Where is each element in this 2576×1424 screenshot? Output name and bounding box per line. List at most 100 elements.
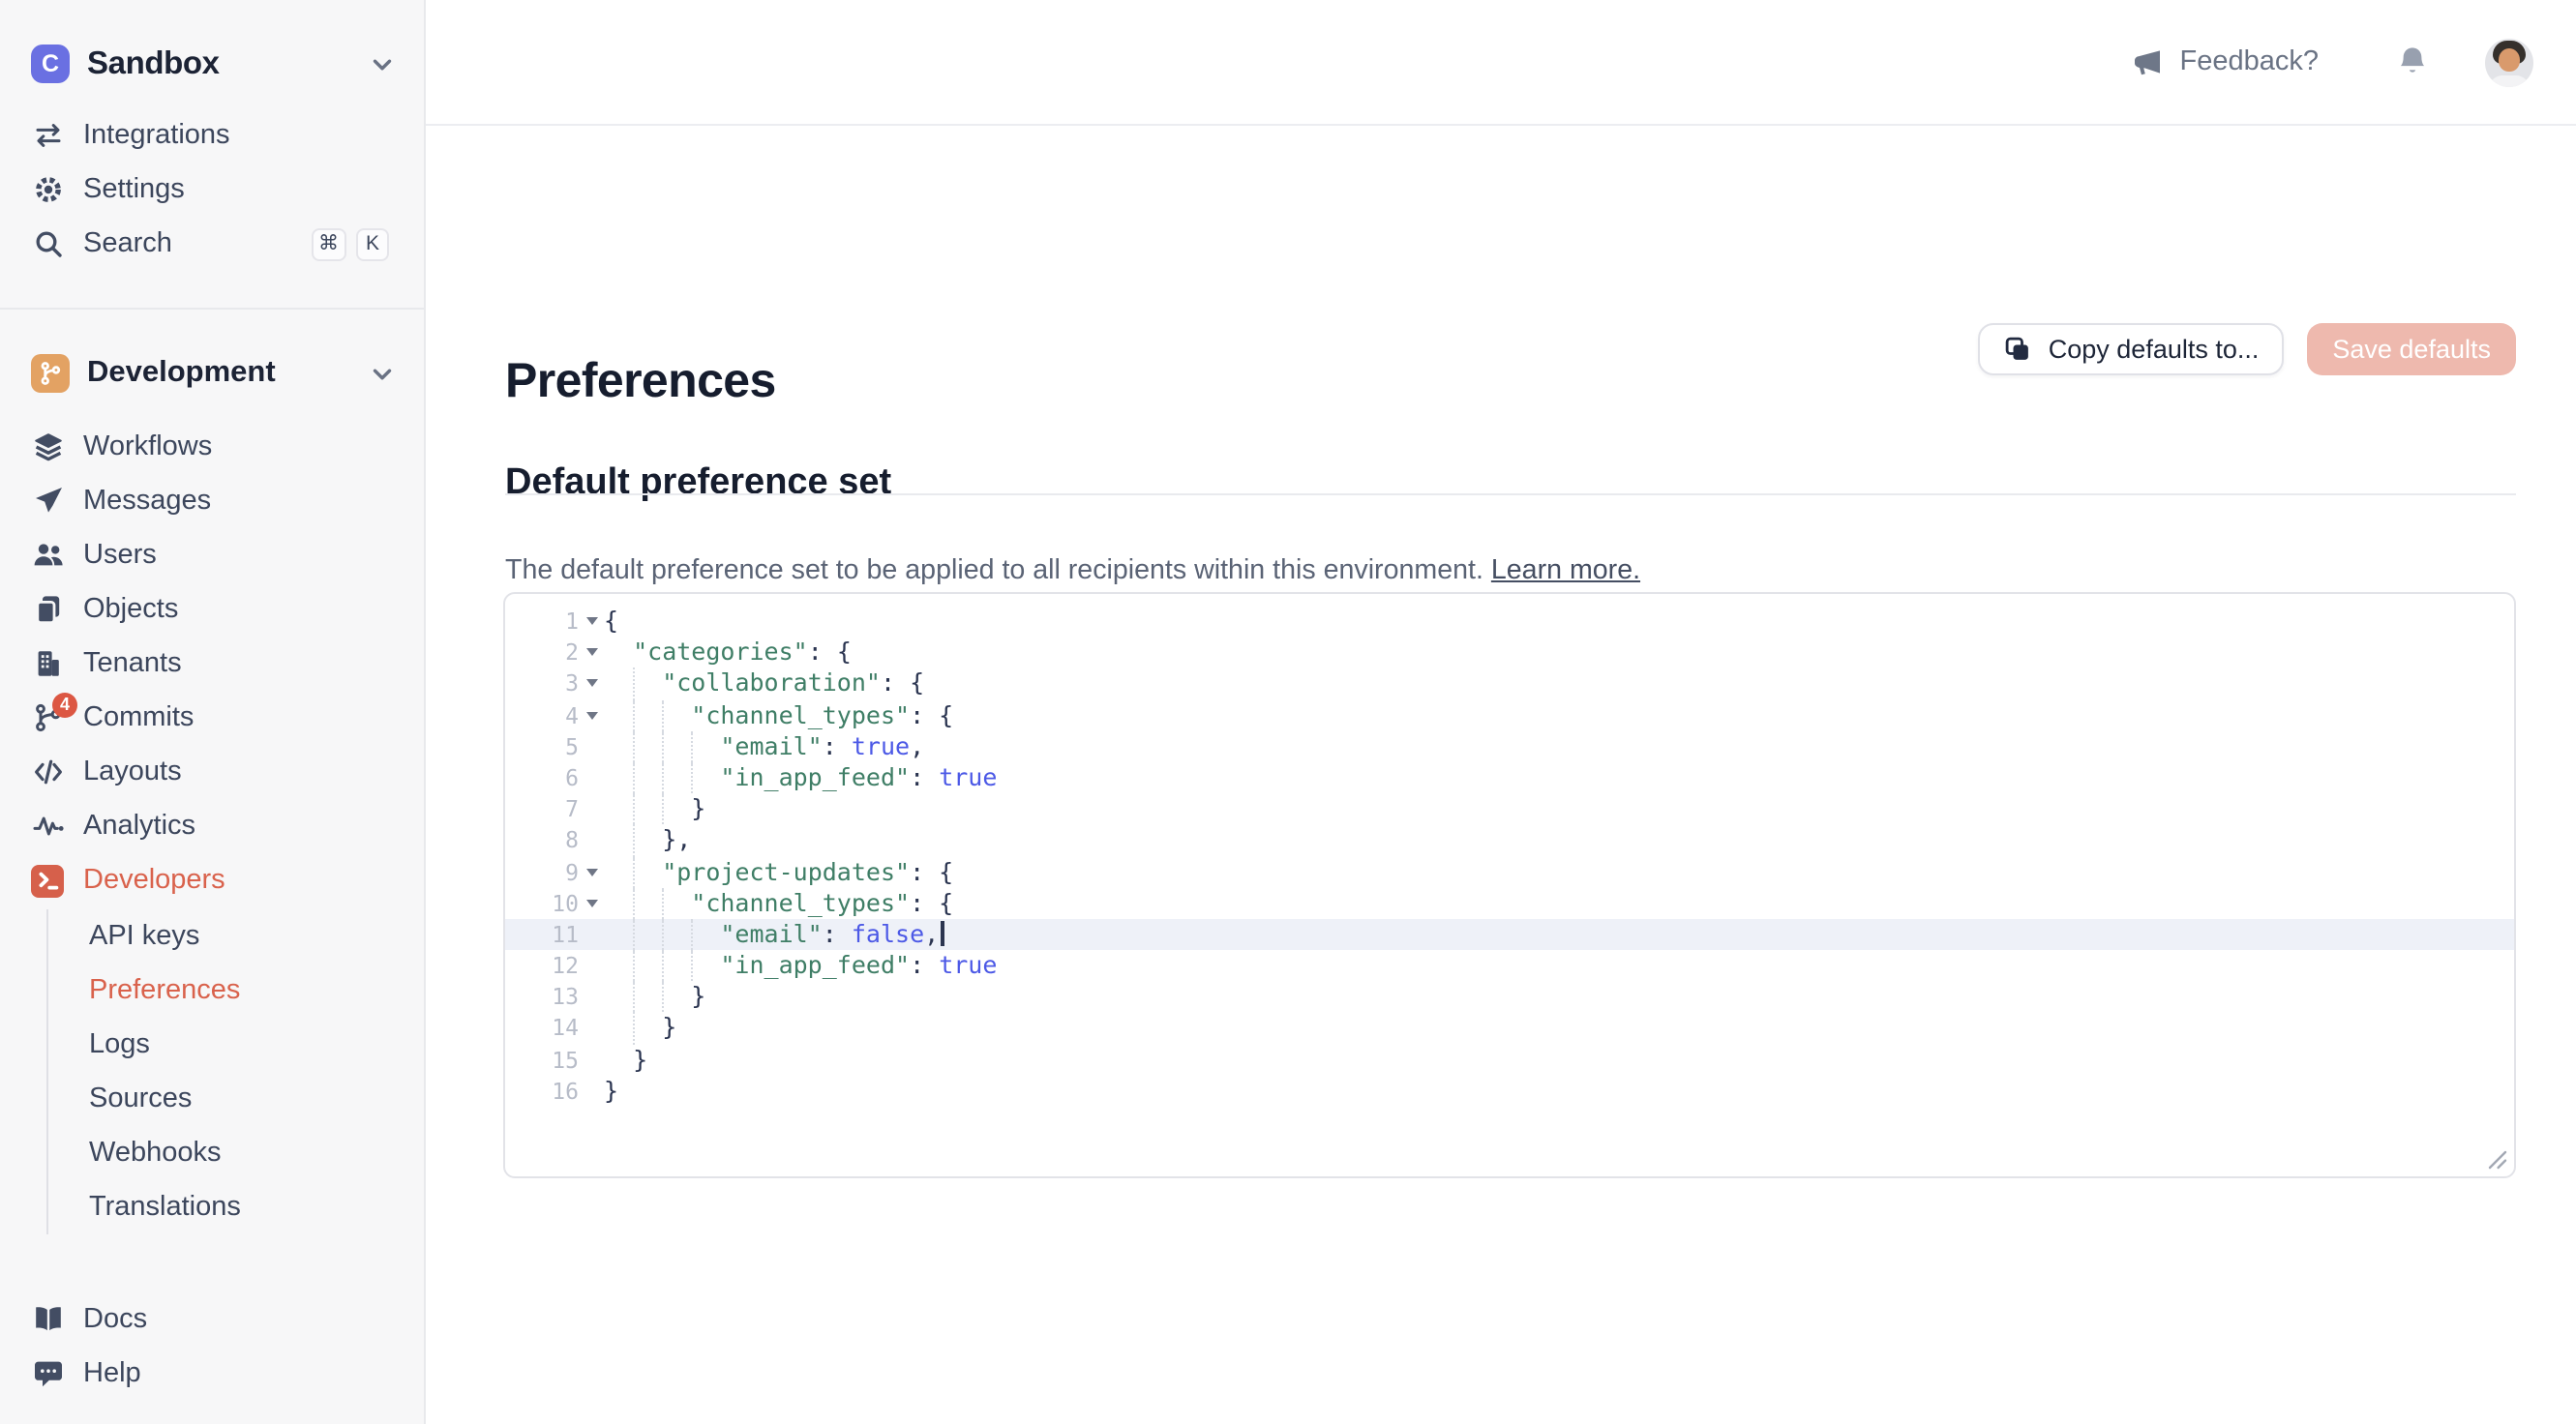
indent-guide bbox=[633, 982, 662, 1013]
indent-guide bbox=[633, 762, 662, 793]
sidebar-item-users[interactable]: Users bbox=[0, 528, 424, 582]
code-line-1[interactable]: 1{ bbox=[505, 606, 2514, 637]
sidebar-developers-subnav: API keysPreferencesLogsSourcesWebhooksTr… bbox=[46, 909, 424, 1234]
indent-guide bbox=[604, 637, 633, 668]
commits-count-badge: 4 bbox=[52, 692, 77, 717]
paper-plane-icon bbox=[31, 485, 64, 518]
indent-guide bbox=[633, 699, 662, 730]
code-line-5[interactable]: 5 "email": true, bbox=[505, 731, 2514, 762]
sidebar-subitem-translations[interactable]: Translations bbox=[48, 1180, 424, 1234]
copy-defaults-label: Copy defaults to... bbox=[2049, 335, 2260, 364]
code-text: "channel_types": { bbox=[604, 887, 2514, 918]
code-line-4[interactable]: 4"channel_types": { bbox=[505, 699, 2514, 730]
sidebar-item-settings[interactable]: Settings bbox=[0, 163, 424, 217]
indent-guide bbox=[633, 856, 662, 887]
fold-arrow-icon[interactable] bbox=[579, 680, 604, 688]
copy-defaults-button[interactable]: Copy defaults to... bbox=[1979, 323, 2285, 375]
code-line-2[interactable]: 2"categories": { bbox=[505, 637, 2514, 668]
sidebar-item-workflows[interactable]: Workflows bbox=[0, 420, 424, 474]
code-line-8[interactable]: 8}, bbox=[505, 825, 2514, 856]
indent-guide bbox=[633, 1013, 662, 1044]
sidebar-item-label: Analytics bbox=[83, 811, 389, 842]
code-line-15[interactable]: 15} bbox=[505, 1044, 2514, 1075]
text-cursor bbox=[941, 921, 944, 946]
sidebar-item-layouts[interactable]: Layouts bbox=[0, 745, 424, 799]
save-defaults-button[interactable]: Save defaults bbox=[2307, 323, 2516, 375]
feedback-label: Feedback? bbox=[2180, 46, 2320, 77]
json-editor[interactable]: 1{2"categories": {3"collaboration": {4"c… bbox=[503, 592, 2516, 1178]
bell-icon[interactable] bbox=[2396, 44, 2431, 79]
line-number: 9 bbox=[505, 856, 579, 887]
sidebar-item-label: Docs bbox=[83, 1304, 389, 1335]
code-line-12[interactable]: 12"in_app_feed": true bbox=[505, 950, 2514, 981]
code-text: "categories": { bbox=[604, 637, 2514, 668]
sidebar-item-integrations[interactable]: Integrations bbox=[0, 108, 424, 163]
line-number: 1 bbox=[505, 606, 579, 637]
sidebar-item-label: Help bbox=[83, 1358, 389, 1389]
code-line-16[interactable]: 16} bbox=[505, 1076, 2514, 1107]
section-title: Default preference set bbox=[505, 462, 891, 503]
environment-name: Development bbox=[87, 356, 350, 391]
learn-more-link[interactable]: Learn more. bbox=[1491, 556, 1640, 587]
code-text: "in_app_feed": true bbox=[604, 950, 2514, 981]
search-shortcut: ⌘K bbox=[311, 227, 389, 260]
line-number: 16 bbox=[505, 1076, 579, 1107]
code-text: "collaboration": { bbox=[604, 668, 2514, 699]
fold-arrow-icon[interactable] bbox=[579, 649, 604, 657]
indent-guide bbox=[604, 856, 633, 887]
sidebar-subitem-preferences[interactable]: Preferences bbox=[48, 964, 424, 1018]
code-line-11[interactable]: 11"email": false, bbox=[505, 919, 2514, 950]
sidebar-subitem-logs[interactable]: Logs bbox=[48, 1018, 424, 1072]
code-line-9[interactable]: 9"project-updates": { bbox=[505, 856, 2514, 887]
sidebar-item-docs[interactable]: Docs bbox=[0, 1292, 424, 1347]
line-number: 6 bbox=[505, 762, 579, 793]
avatar-shirt bbox=[2489, 74, 2530, 86]
book-icon bbox=[31, 1303, 64, 1336]
magnifier-icon bbox=[31, 227, 64, 260]
code-line-6[interactable]: 6"in_app_feed": true bbox=[505, 762, 2514, 793]
code-line-7[interactable]: 7} bbox=[505, 793, 2514, 824]
sidebar-environment-nav: WorkflowsMessages Users ObjectsTenants4Com… bbox=[0, 420, 424, 907]
code-area: 1{2"categories": {3"collaboration": {4"c… bbox=[505, 606, 2514, 1107]
sidebar-item-developers[interactable]: Developers bbox=[0, 853, 424, 907]
line-number: 13 bbox=[505, 982, 579, 1013]
code-line-14[interactable]: 14} bbox=[505, 1013, 2514, 1044]
sidebar-bottom-nav: Docs Help bbox=[0, 1292, 424, 1401]
shortcut-key: ⌘ bbox=[311, 227, 346, 260]
sidebar-subitem-api-keys[interactable]: API keys bbox=[48, 909, 424, 964]
chevron-down-icon bbox=[368, 359, 397, 388]
fold-arrow-icon[interactable] bbox=[579, 900, 604, 907]
fold-arrow-icon[interactable] bbox=[579, 868, 604, 875]
sidebar-item-help[interactable]: Help bbox=[0, 1347, 424, 1401]
sidebar-subitem-sources[interactable]: Sources bbox=[48, 1072, 424, 1126]
code-text: }, bbox=[604, 825, 2514, 856]
fold-arrow-icon[interactable] bbox=[579, 617, 604, 625]
sidebar-item-label: Commits bbox=[83, 702, 389, 733]
environment-switcher[interactable]: Development bbox=[0, 346, 424, 400]
line-number: 5 bbox=[505, 731, 579, 762]
code-line-3[interactable]: 3"collaboration": { bbox=[505, 668, 2514, 699]
indent-guide bbox=[604, 919, 633, 950]
sidebar-item-label: Search bbox=[83, 228, 291, 259]
code-line-10[interactable]: 10"channel_types": { bbox=[505, 887, 2514, 918]
resize-grip-icon[interactable] bbox=[2487, 1149, 2508, 1171]
workspace-switcher[interactable]: C Sandbox bbox=[0, 37, 424, 91]
sidebar-item-analytics[interactable]: Analytics bbox=[0, 799, 424, 853]
sidebar-item-label: Users bbox=[83, 540, 389, 571]
indent-guide bbox=[604, 950, 633, 981]
code-line-13[interactable]: 13} bbox=[505, 982, 2514, 1013]
sidebar-subitem-webhooks[interactable]: Webhooks bbox=[48, 1126, 424, 1180]
fold-arrow-icon[interactable] bbox=[579, 711, 604, 719]
user-avatar[interactable] bbox=[2485, 38, 2533, 86]
sidebar-top-nav: IntegrationsSettings Search ⌘K bbox=[0, 108, 424, 271]
git-branch-icon bbox=[31, 354, 70, 393]
code-text: } bbox=[604, 1013, 2514, 1044]
sidebar-item-objects[interactable]: Objects bbox=[0, 582, 424, 637]
code-text: "email": true, bbox=[604, 731, 2514, 762]
sidebar-item-messages[interactable]: Messages bbox=[0, 474, 424, 528]
sidebar-item-commits[interactable]: 4Commits bbox=[0, 691, 424, 745]
feedback-button[interactable]: Feedback? bbox=[2134, 46, 2320, 77]
sidebar-item-tenants[interactable]: Tenants bbox=[0, 637, 424, 691]
avatar-face bbox=[2499, 47, 2520, 71]
sidebar-item-search[interactable]: Search ⌘K bbox=[0, 217, 424, 271]
